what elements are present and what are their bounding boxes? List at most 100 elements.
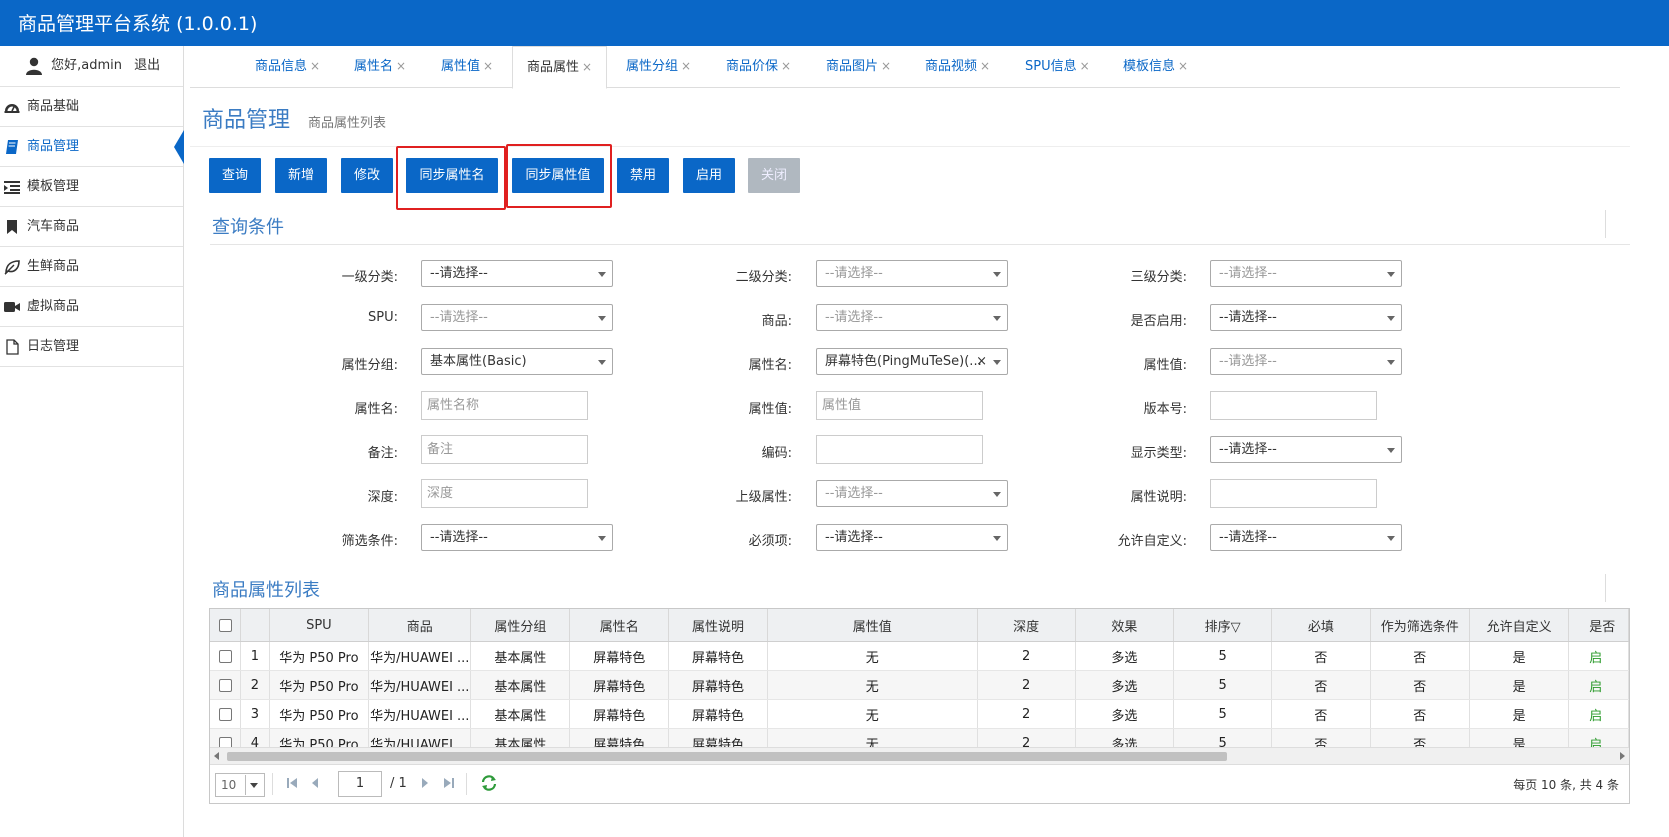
logout-link[interactable]: 退出 xyxy=(134,58,160,73)
tab-price-protect[interactable]: 商品价保 × xyxy=(726,46,791,87)
cat2-select[interactable]: --请选择-- xyxy=(816,260,1008,287)
column-header[interactable]: 允许自定义 xyxy=(1469,609,1570,642)
row-checkbox[interactable] xyxy=(218,649,232,663)
select-all-checkbox[interactable] xyxy=(218,618,232,632)
query-button[interactable]: 查询 xyxy=(209,158,261,193)
tab-close-icon[interactable]: × xyxy=(396,59,406,73)
highlight-box-sync-attr-name xyxy=(396,146,506,210)
tab-product-videos[interactable]: 商品视频 × xyxy=(925,46,990,87)
sidebar-item-log-management[interactable]: 日志管理 xyxy=(0,327,183,367)
tab-attr-value[interactable]: 属性值 × xyxy=(441,46,493,87)
tab-close-icon[interactable]: × xyxy=(1080,59,1090,73)
attr-name-input[interactable] xyxy=(421,391,588,420)
attr-desc-input[interactable] xyxy=(1210,479,1377,508)
page-number-input[interactable]: 1 xyxy=(338,771,382,797)
column-header[interactable]: 深度 xyxy=(977,609,1076,642)
chevron-down-icon xyxy=(993,272,1001,277)
tab-close-icon[interactable]: × xyxy=(681,59,691,73)
sidebar-item-template-management[interactable]: 模板管理 xyxy=(0,167,183,207)
remark-input[interactable] xyxy=(421,435,588,464)
spu-select[interactable]: --请选择-- xyxy=(421,304,613,331)
row-checkbox[interactable] xyxy=(218,707,232,721)
divider xyxy=(272,773,273,795)
row-checkbox[interactable] xyxy=(218,678,232,692)
spu-label: SPU: xyxy=(368,310,398,325)
last-page-icon[interactable] xyxy=(443,777,455,789)
dashboard-icon xyxy=(4,104,20,113)
filter-cond-select[interactable]: --请选择-- xyxy=(421,524,613,551)
table-cell: 华为/HUAWEI ... xyxy=(368,699,472,729)
code-input[interactable] xyxy=(816,435,983,464)
tab-attr-name[interactable]: 属性名 × xyxy=(354,46,406,87)
tab-close-icon[interactable]: × xyxy=(1178,59,1188,73)
scrollbar-thumb[interactable] xyxy=(227,752,1227,761)
attr-value-input[interactable] xyxy=(816,391,983,420)
attr-value-select[interactable]: --请选择-- xyxy=(1210,348,1402,375)
tab-close-icon[interactable]: × xyxy=(582,60,592,74)
cat1-select[interactable]: --请选择-- xyxy=(421,260,613,287)
edit-button[interactable]: 修改 xyxy=(341,158,393,193)
next-page-icon[interactable] xyxy=(420,777,430,789)
column-header[interactable]: 属性说明 xyxy=(668,609,768,642)
tab-spu-info[interactable]: SPU信息 × xyxy=(1025,46,1090,87)
add-button[interactable]: 新增 xyxy=(275,158,327,193)
depth-input[interactable] xyxy=(421,479,588,508)
table-row[interactable]: 2 华为 P50 Pro 华为/HUAWEI ... 基本属性 屏幕特色 屏幕特色无 2 多选… xyxy=(210,670,1629,700)
version-input[interactable] xyxy=(1210,391,1377,420)
row-select-cell[interactable] xyxy=(210,641,242,671)
scroll-right-icon[interactable] xyxy=(1620,752,1625,760)
column-header[interactable]: 属性名 xyxy=(569,609,670,642)
tab-attr-group[interactable]: 属性分组 × xyxy=(626,46,691,87)
tab-product-images[interactable]: 商品图片 × xyxy=(826,46,891,87)
refresh-icon[interactable] xyxy=(480,775,498,791)
display-type-select[interactable]: --请选择-- xyxy=(1210,436,1402,463)
row-select-cell[interactable] xyxy=(210,670,242,700)
column-header[interactable]: 是否 xyxy=(1568,609,1629,642)
sidebar-item-virtual-products[interactable]: 虚拟商品 xyxy=(0,287,183,327)
enable-button[interactable]: 启用 xyxy=(683,158,735,193)
disable-button[interactable]: 禁用 xyxy=(617,158,669,193)
parent-attr-select[interactable]: --请选择-- xyxy=(816,480,1008,507)
table-row[interactable]: 1 华为 P50 Pro 华为/HUAWEI ... 基本属性 屏幕特色 屏幕特色无 2 多选… xyxy=(210,641,1629,671)
tab-template-info[interactable]: 模板信息 × xyxy=(1123,46,1188,87)
close-button[interactable]: 关闭 xyxy=(748,158,800,193)
scroll-left-icon[interactable] xyxy=(214,752,219,760)
horizontal-scrollbar[interactable] xyxy=(210,747,1629,764)
sidebar-item-product-management[interactable]: 商品管理 xyxy=(0,127,184,167)
column-header[interactable]: 属性分组 xyxy=(470,609,571,642)
enabled-select[interactable]: --请选择-- xyxy=(1210,304,1402,331)
tab-product-attr[interactable]: 商品属性 × xyxy=(512,46,608,89)
column-header[interactable]: 效果 xyxy=(1075,609,1174,642)
attr-name-select[interactable]: 屏幕特色(PingMuTeSe)(... × xyxy=(816,348,1008,375)
column-header-sorted[interactable]: 排序▽ xyxy=(1173,609,1273,642)
leaf-icon xyxy=(4,260,20,275)
first-page-icon[interactable] xyxy=(286,777,298,789)
page-size-select[interactable]: 10 xyxy=(215,773,265,797)
sidebar-item-product-basic[interactable]: 商品基础 xyxy=(0,87,183,127)
sidebar-item-car-products[interactable]: 汽车商品 xyxy=(0,207,183,247)
tab-close-icon[interactable]: × xyxy=(980,59,990,73)
allow-custom-select[interactable]: --请选择-- xyxy=(1210,524,1402,551)
table-cell: 否 xyxy=(1271,670,1371,700)
column-header[interactable]: 作为筛选条件 xyxy=(1370,609,1471,642)
row-select-cell[interactable] xyxy=(210,699,242,729)
column-header[interactable]: 必填 xyxy=(1271,609,1371,642)
required-select[interactable]: --请选择-- xyxy=(816,524,1008,551)
tab-close-icon[interactable]: × xyxy=(881,59,891,73)
column-header[interactable]: 商品 xyxy=(368,609,472,642)
column-header[interactable]: 属性值 xyxy=(767,609,978,642)
attr-group-select[interactable]: 基本属性(Basic) xyxy=(421,348,613,375)
tab-close-icon[interactable]: × xyxy=(483,59,493,73)
chevron-down-icon xyxy=(993,492,1001,497)
select-all-cell[interactable] xyxy=(210,609,242,642)
product-select[interactable]: --请选择-- xyxy=(816,304,1008,331)
sidebar-item-fresh-products[interactable]: 生鲜商品 xyxy=(0,247,183,287)
tab-close-icon[interactable]: × xyxy=(310,59,320,73)
cat3-select[interactable]: --请选择-- xyxy=(1210,260,1402,287)
tab-product-info[interactable]: 商品信息 × xyxy=(255,46,320,87)
clear-icon[interactable]: × xyxy=(976,349,987,374)
column-header[interactable]: SPU xyxy=(269,609,370,642)
table-row[interactable]: 3 华为 P50 Pro 华为/HUAWEI ... 基本属性 屏幕特色 屏幕特色无 2 多选… xyxy=(210,699,1629,729)
tab-close-icon[interactable]: × xyxy=(781,59,791,73)
prev-page-icon[interactable] xyxy=(310,777,320,789)
